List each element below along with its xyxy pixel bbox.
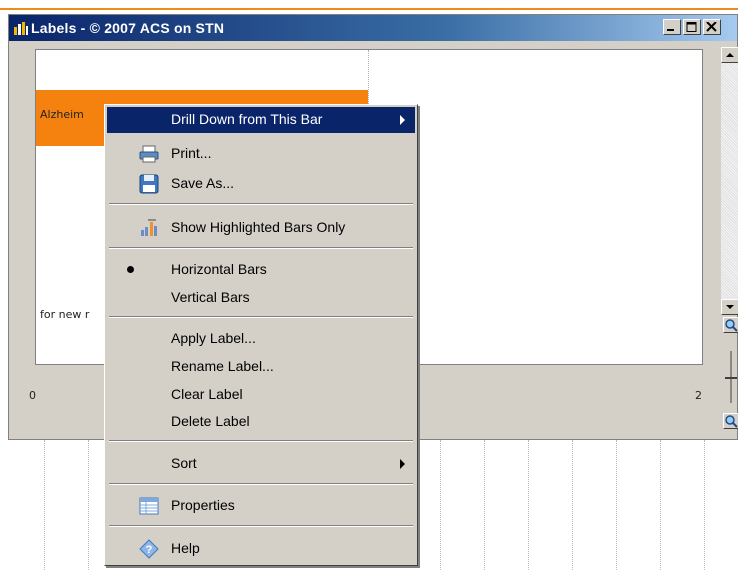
maximize-button[interactable]	[683, 19, 701, 35]
close-icon	[706, 22, 717, 32]
menu-item-label: Help	[171, 540, 200, 556]
printer-icon	[139, 145, 159, 163]
top-accent-line	[0, 0, 738, 10]
window-title: Labels - © 2007 ACS on STN	[31, 20, 225, 36]
gridline	[440, 440, 441, 570]
menu-item-vertical-bars[interactable]: Vertical Bars	[107, 285, 415, 311]
menu-item-drill-down[interactable]: Drill Down from This Bar	[107, 107, 415, 133]
menu-separator	[109, 440, 413, 442]
menu-item-print[interactable]: Print...	[107, 141, 415, 167]
zoom-in-button[interactable]	[723, 317, 738, 333]
help-icon: ?	[139, 539, 159, 559]
svg-text:?: ?	[146, 544, 153, 556]
menu-separator	[109, 203, 413, 205]
minimize-icon	[667, 29, 674, 31]
menu-item-save-as[interactable]: Save As...	[107, 171, 415, 197]
zoom-out-button[interactable]	[723, 413, 738, 429]
scroll-up-button[interactable]	[721, 47, 738, 63]
menu-item-sort[interactable]: Sort	[107, 451, 415, 477]
menu-item-label: Rename Label...	[171, 358, 274, 374]
menu-item-label: Apply Label...	[171, 330, 256, 346]
chart-icon	[14, 22, 28, 35]
axis-tick-min: 0	[29, 389, 36, 402]
title-bar[interactable]: Labels - © 2007 ACS on STN	[9, 15, 737, 41]
menu-separator	[109, 483, 413, 485]
axis-tick-max: 2	[695, 389, 702, 402]
menu-item-rename-label[interactable]: Rename Label...	[107, 354, 415, 380]
menu-item-label: Print...	[171, 145, 212, 161]
menu-item-label: Delete Label	[171, 413, 250, 429]
submenu-arrow-icon	[400, 115, 405, 125]
menu-item-properties[interactable]: Properties	[107, 493, 415, 519]
zoom-out-icon	[725, 415, 738, 428]
arrow-down-icon	[726, 305, 734, 309]
category-label: for new r	[40, 308, 90, 321]
scroll-down-button[interactable]	[721, 299, 738, 315]
menu-item-label: Show Highlighted Bars Only	[171, 219, 346, 235]
gridline	[572, 440, 573, 570]
menu-item-show-highlighted[interactable]: Show Highlighted Bars Only	[107, 215, 415, 241]
menu-item-label: Properties	[171, 497, 235, 513]
menu-item-horizontal-bars[interactable]: Horizontal Bars	[107, 257, 415, 283]
menu-item-apply-label[interactable]: Apply Label...	[107, 326, 415, 352]
vertical-scrollbar[interactable]	[721, 47, 738, 315]
menu-item-clear-label[interactable]: Clear Label	[107, 382, 415, 408]
highlight-bars-icon	[141, 219, 157, 236]
menu-item-label: Save As...	[171, 175, 235, 191]
submenu-arrow-icon	[400, 459, 405, 469]
maximize-icon	[686, 22, 697, 32]
menu-item-label: Horizontal Bars	[171, 261, 267, 277]
menu-item-label: Clear Label	[171, 386, 243, 402]
properties-icon	[139, 497, 159, 515]
arrow-up-icon	[726, 53, 734, 57]
menu-separator	[109, 316, 413, 318]
bar-label: Alzheim	[40, 108, 84, 121]
minimize-button[interactable]	[663, 19, 681, 35]
gridline	[484, 440, 485, 570]
menu-item-label: Drill Down from This Bar	[171, 111, 323, 127]
zoom-slider[interactable]	[723, 347, 738, 407]
menu-separator	[109, 247, 413, 249]
menu-item-delete-label[interactable]: Delete Label	[107, 409, 415, 435]
gridline	[704, 440, 705, 570]
gridline	[660, 440, 661, 570]
menu-item-label: Vertical Bars	[171, 289, 250, 305]
selected-bullet-icon	[127, 266, 134, 273]
gridline	[44, 440, 45, 570]
zoom-in-icon	[725, 319, 738, 332]
menu-item-label: Sort	[171, 455, 197, 471]
menu-item-help[interactable]: ? Help	[107, 536, 415, 562]
close-button[interactable]	[703, 19, 721, 35]
gridline	[616, 440, 617, 570]
menu-separator	[109, 525, 413, 527]
floppy-disk-icon	[139, 174, 159, 194]
gridline	[528, 440, 529, 570]
context-menu: Drill Down from This Bar Print... Save A…	[104, 104, 418, 566]
gridline	[88, 440, 89, 570]
zoom-slider-thumb[interactable]	[725, 377, 737, 379]
